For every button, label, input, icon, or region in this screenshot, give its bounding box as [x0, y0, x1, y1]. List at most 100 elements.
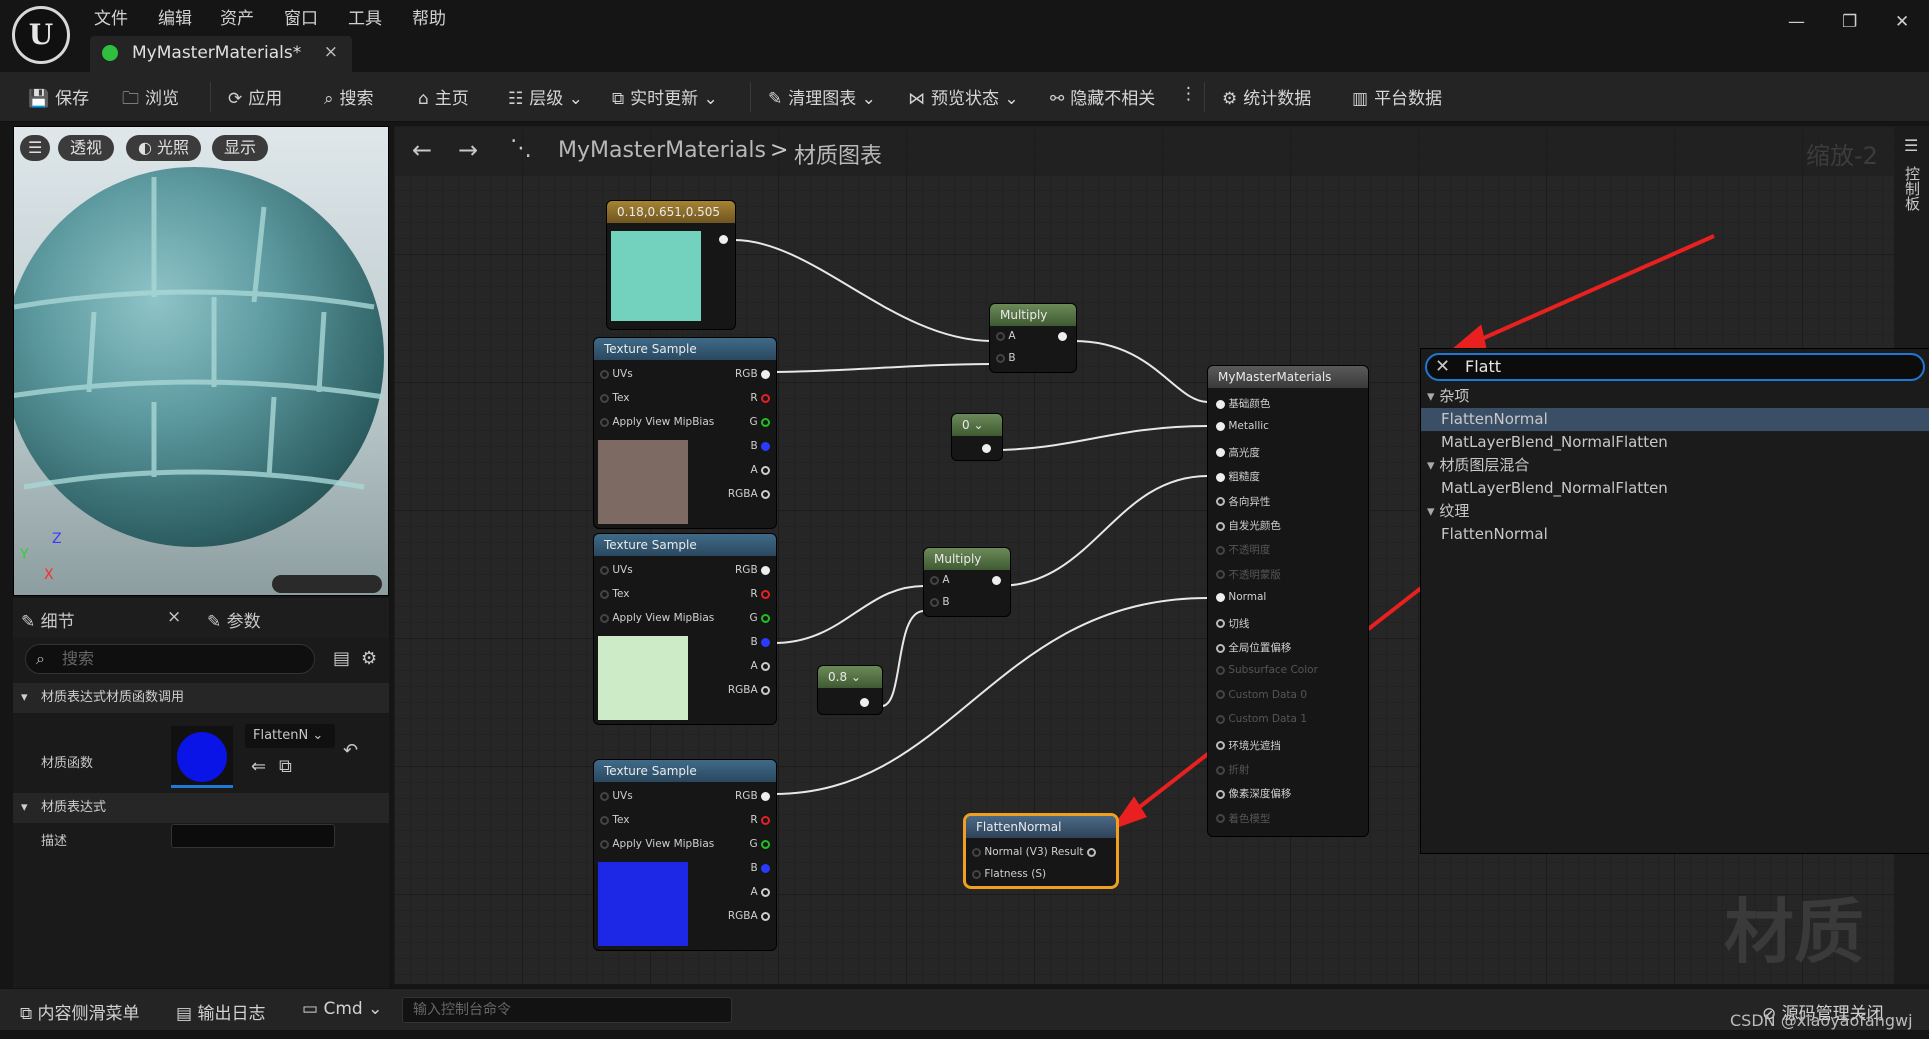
node-multiply-1[interactable]: Multiply A B	[990, 304, 1076, 372]
close-window-button[interactable]: ✕	[1895, 12, 1909, 32]
pin-b[interactable]: B	[930, 596, 950, 608]
master-pin[interactable]: Normal	[1216, 591, 1266, 603]
output-pin[interactable]	[860, 696, 869, 708]
output-pin[interactable]: R	[750, 814, 770, 826]
pin-a[interactable]: A	[996, 330, 1016, 342]
input-pin[interactable]: Tex	[600, 814, 629, 826]
input-pin[interactable]: UVs	[600, 564, 633, 576]
output-pin[interactable]: R	[750, 588, 770, 600]
preview-state-button[interactable]: ⋈ 预览状态 ⌄	[908, 84, 1019, 109]
output-pin[interactable]: G	[750, 838, 770, 850]
menu-window[interactable]: 窗口	[284, 4, 318, 29]
output-pin[interactable]: B	[750, 440, 770, 452]
node-constant-08[interactable]: 0.8 ⌄	[818, 666, 882, 714]
node-multiply-2[interactable]: Multiply A B	[924, 548, 1010, 616]
pin-flatness[interactable]: Flatness (S)	[972, 868, 1046, 880]
output-pin[interactable]	[982, 442, 991, 454]
search-category[interactable]: ▾ 杂项	[1421, 385, 1929, 408]
node-color-constant[interactable]: 0.18,0.651,0.505	[607, 201, 735, 329]
search-button[interactable]: ⌕ 搜索	[324, 84, 374, 109]
master-pin[interactable]: 自发光颜色	[1216, 518, 1281, 533]
search-result-item[interactable]: FlattenNormal	[1421, 408, 1929, 431]
description-input[interactable]	[171, 824, 335, 848]
tab-details[interactable]: ✎ 细节	[21, 607, 75, 632]
console-input[interactable]: 输入控制台命令	[402, 997, 732, 1023]
function-thumbnail[interactable]	[171, 726, 233, 788]
material-function-dropdown[interactable]: FlattenN ⌄	[245, 724, 335, 748]
node-search-input[interactable]: ✕ Flatt	[1425, 353, 1925, 381]
menu-edit[interactable]: 编辑	[158, 4, 192, 29]
hierarchy-button[interactable]: ☷ 层级 ⌄	[508, 84, 583, 109]
output-pin[interactable]: B	[750, 862, 770, 874]
search-result-item[interactable]: FlattenNormal	[1421, 523, 1929, 546]
master-pin[interactable]: 粗糙度	[1216, 469, 1260, 484]
output-pin[interactable]: RGBA	[728, 910, 770, 922]
input-pin[interactable]: Tex	[600, 588, 629, 600]
input-pin[interactable]: Tex	[600, 392, 629, 404]
output-pin[interactable]	[1058, 330, 1067, 342]
output-pin[interactable]: B	[750, 636, 770, 648]
output-pin[interactable]: RGB	[735, 564, 770, 576]
master-pin[interactable]: Custom Data 1	[1216, 713, 1307, 725]
show-button[interactable]: 显示	[212, 135, 269, 161]
input-pin[interactable]: Apply View MipBias	[600, 416, 714, 428]
details-search-input[interactable]: ⌕ 搜索	[25, 644, 315, 674]
master-pin[interactable]: 着色模型	[1216, 811, 1270, 826]
preview-viewport[interactable]: ☰ 透视 ◐ 光照 显示 Z Y X	[13, 126, 389, 596]
master-pin[interactable]: 不透明度	[1216, 542, 1270, 557]
search-category[interactable]: ▾ 材质图层混合	[1421, 454, 1929, 477]
output-pin[interactable]	[719, 229, 728, 248]
search-category[interactable]: ▾ 纹理	[1421, 500, 1929, 523]
output-pin[interactable]: G	[750, 416, 770, 428]
platform-stats-button[interactable]: ▥ 平台数据	[1352, 84, 1442, 109]
perspective-button[interactable]: 透视	[58, 135, 115, 161]
output-pin[interactable]: A	[750, 660, 770, 672]
search-result-item[interactable]: MatLayerBlend_NormalFlatten	[1421, 477, 1929, 500]
node-master-material[interactable]: MyMasterMaterials 基础颜色 Metallic 高光度 粗糙度 …	[1208, 366, 1368, 836]
input-pin[interactable]: UVs	[600, 790, 633, 802]
master-pin[interactable]: Metallic	[1216, 420, 1269, 432]
apply-button[interactable]: ⟳ 应用	[228, 84, 282, 109]
output-pin[interactable]: RGBA	[728, 488, 770, 500]
master-pin[interactable]: 切线	[1216, 616, 1249, 631]
reset-icon[interactable]: ↶	[343, 740, 358, 761]
stats-button[interactable]: ⚙ 统计数据	[1222, 84, 1311, 109]
home-button[interactable]: ⌂ 主页	[418, 84, 469, 109]
node-constant-0[interactable]: 0 ⌄	[952, 414, 1002, 460]
section-function-call[interactable]: ▾ 材质表达式材质函数调用	[13, 683, 389, 713]
pin-b[interactable]: B	[996, 352, 1016, 364]
search-result-item[interactable]: MatLayerBlend_NormalFlatten	[1421, 431, 1929, 454]
output-log-button[interactable]: ▤ 输出日志	[176, 999, 265, 1024]
node-texture-sample-2[interactable]: Texture Sample UVs Tex Apply View MipBia…	[594, 534, 776, 724]
input-pin[interactable]: Apply View MipBias	[600, 612, 714, 624]
output-pin[interactable]: RGB	[735, 790, 770, 802]
lit-button[interactable]: ◐ 光照	[126, 135, 202, 161]
menu-file[interactable]: 文件	[94, 4, 128, 29]
master-pin[interactable]: 全局位置偏移	[1216, 640, 1291, 655]
save-button[interactable]: 💾 保存	[28, 84, 89, 109]
section-expression[interactable]: ▾ 材质表达式	[13, 793, 389, 823]
preview-shape-selector[interactable]	[272, 575, 382, 593]
master-pin[interactable]: 高光度	[1216, 445, 1260, 460]
master-pin[interactable]: Subsurface Color	[1216, 664, 1318, 676]
output-pin[interactable]: RGB	[735, 368, 770, 380]
menu-tools[interactable]: 工具	[348, 4, 382, 29]
node-texture-sample-3[interactable]: Texture Sample UVs Tex Apply View MipBia…	[594, 760, 776, 950]
node-texture-sample-1[interactable]: Texture Sample UVs Tex Apply View MipBia…	[594, 338, 776, 528]
clean-graph-button[interactable]: ✎ 清理图表 ⌄	[768, 84, 876, 109]
node-flatten-normal[interactable]: FlattenNormal Normal (V3) Result Flatnes…	[966, 816, 1116, 886]
tab-params[interactable]: ✎ 参数	[207, 607, 261, 632]
output-pin[interactable]	[992, 574, 1001, 586]
input-pin[interactable]: Apply View MipBias	[600, 838, 714, 850]
pin-a[interactable]: A	[930, 574, 950, 586]
output-pin[interactable]: G	[750, 612, 770, 624]
content-drawer-button[interactable]: ⧉ 内容侧滑菜单	[20, 999, 140, 1024]
menu-help[interactable]: 帮助	[412, 4, 446, 29]
output-pin[interactable]: A	[750, 886, 770, 898]
unreal-logo-icon[interactable]: U	[12, 6, 70, 64]
close-tab-icon[interactable]: ×	[324, 42, 338, 62]
cmd-dropdown[interactable]: ▭ Cmd ⌄	[302, 999, 382, 1019]
master-pin[interactable]: 各向异性	[1216, 494, 1270, 509]
browse-asset-icon[interactable]: ⧉	[279, 756, 292, 777]
input-pin[interactable]: UVs	[600, 368, 633, 380]
